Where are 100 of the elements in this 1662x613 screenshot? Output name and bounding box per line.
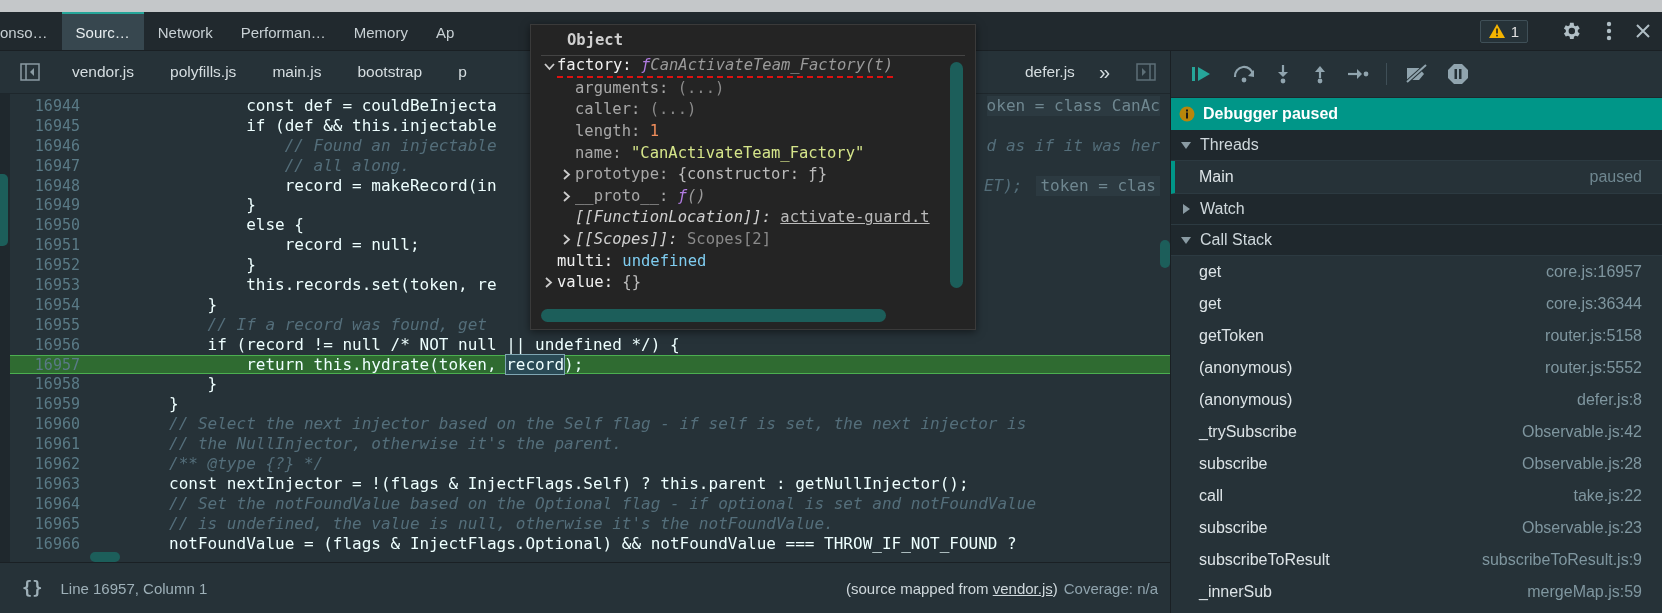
property-entry: prototype: {constructor: ƒ} (575, 164, 827, 186)
line-number: 16959 (33, 394, 81, 415)
call-frame[interactable]: _innerSub mergeMap.js:59 (1171, 576, 1662, 608)
code-line: // Select the next injector based on the Self flag - if self is set, the next injector is (168, 414, 1027, 435)
file-tab[interactable]: bootstrap (339, 51, 441, 93)
property-entry: caller: (...) (575, 99, 697, 121)
property-entry: [[FunctionLocation]]: activate-guard.t (575, 207, 930, 229)
line-number: 16947 (33, 155, 81, 176)
code-line: const nextInjector = !(flags & InjectFlags.Self) ? this.parent : getNullInjector(); (168, 473, 969, 494)
paused-message: Debugger paused (1203, 105, 1339, 123)
inline-value: token = clas (1036, 175, 1160, 196)
code-line: record = null; (283, 235, 420, 256)
scrollbar-thumb[interactable] (90, 552, 120, 562)
line-number: 16948 (33, 175, 81, 196)
call-frame[interactable]: subscribe Observable.js:23 (1171, 512, 1662, 544)
line-number: 16966 (33, 533, 81, 554)
panel-tab[interactable]: Ap (421, 12, 469, 50)
code-line: notFoundValue = (flags & InjectFlags.Optional) && notFoundValue === THROW_IF_NOT_FOUND ? (168, 533, 1017, 554)
call-frame[interactable]: subscribe Observable.js:28 (1171, 448, 1662, 480)
panel-tab[interactable]: Memory (339, 12, 422, 50)
property-entry: value: {} (557, 272, 641, 294)
watch-header[interactable]: Watch (1171, 194, 1662, 225)
line-number: 16960 (33, 414, 81, 435)
call-frame[interactable]: _trySubscribe Observable.js:42 (1171, 416, 1662, 448)
line-number: 16950 (33, 215, 81, 236)
call-frame[interactable]: call take.js:22 (1171, 480, 1662, 512)
panel-tab[interactable]: Sourc… (61, 12, 144, 50)
close-icon[interactable] (1636, 24, 1650, 38)
sidebar-toggle-icon[interactable] (1136, 63, 1156, 81)
code-line: else { (245, 215, 304, 236)
file-tab[interactable]: main.js (254, 51, 340, 93)
code-line: this.records.set(token, re (245, 274, 497, 295)
line-number: 16951 (33, 235, 81, 256)
file-tab[interactable]: defer.js (1006, 51, 1093, 93)
warning-icon (1488, 24, 1505, 38)
panel-tab[interactable]: onso… (0, 12, 62, 50)
file-tab[interactable]: vendor.js (54, 51, 153, 93)
property-entry: __proto__: ƒ() (575, 185, 706, 207)
panel-tab[interactable]: Network (143, 12, 227, 50)
line-number: 16945 (33, 115, 81, 136)
step-over-icon[interactable] (1232, 64, 1256, 84)
pretty-print-button[interactable]: {} (22, 578, 43, 598)
expanded-arrow-icon (1181, 235, 1191, 245)
code-line: ET); (983, 175, 1023, 196)
code-line: } (206, 374, 218, 395)
code-line: const def = couldBeInjecta (245, 95, 497, 116)
code-line: // Found an injectable (283, 135, 497, 156)
line-number: 16965 (33, 513, 81, 534)
code-line: // If a record was found, get (206, 314, 487, 335)
scrollbar-thumb[interactable] (950, 62, 963, 288)
line-number: 16961 (33, 434, 81, 455)
call-frame[interactable]: (anonymous) defer.js:8 (1171, 384, 1662, 416)
file-tab[interactable]: p (440, 51, 485, 93)
panel-tab[interactable]: Performan… (226, 12, 340, 50)
code-line: } (168, 394, 179, 415)
scrollbar-thumb[interactable] (0, 174, 8, 246)
call-frame[interactable]: subscribeToResult subscribeToResult.js:9 (1171, 544, 1662, 576)
property-entry: length: 1 (575, 121, 659, 143)
source-link[interactable]: vendor.js (992, 579, 1053, 597)
source-map-note: (source mapped from vendor.js) (846, 579, 1058, 597)
collapsed-arrow-icon (1181, 204, 1191, 214)
call-frame[interactable]: (anonymous) router.js:5552 (1171, 352, 1662, 384)
property-entry: multi: undefined (557, 250, 707, 272)
deactivate-breakpoints-icon[interactable] (1404, 64, 1430, 84)
threads-header[interactable]: Threads (1171, 130, 1662, 161)
more-options-icon[interactable] (1606, 21, 1612, 41)
line-number: 16962 (33, 454, 81, 474)
line-number: 16953 (33, 274, 81, 295)
code-line: record = makeRecord(in (283, 175, 497, 196)
sidebar-toggle-icon[interactable] (20, 63, 40, 81)
line-number: 16944 (33, 95, 81, 116)
line-number: 16946 (33, 135, 81, 156)
code-line: } (245, 195, 256, 216)
scrollbar-thumb[interactable] (541, 309, 886, 322)
call-frame[interactable]: getToken router.js:5158 (1171, 320, 1662, 352)
code-line: if (def && this.injectable (245, 115, 497, 136)
code-line: // all along. (283, 155, 410, 176)
call-frame[interactable]: get core.js:36344 (1171, 288, 1662, 320)
code-line: if (record != null /* NOT null || undefined */) { (206, 334, 680, 355)
line-number: 16963 (33, 473, 81, 494)
thread-item[interactable]: Main paused (1171, 161, 1662, 194)
more-tabs-button[interactable]: » (1092, 51, 1116, 93)
file-tab[interactable]: polyfills.js (152, 51, 255, 93)
code-line: return this.hydrate(token, record); (245, 354, 584, 375)
code-line: // is undefined, the value is null, otherwise it's the notFoundValue. (168, 513, 834, 534)
line-number: 16952 (33, 255, 81, 276)
code-line: d as if it was her (986, 135, 1160, 156)
line-number: 16955 (33, 314, 81, 335)
property-entry: name: "CanActivateTeam_Factory" (575, 142, 865, 164)
line-number: 16954 (33, 294, 81, 315)
code-line: } (245, 255, 256, 276)
warning-badge[interactable]: 1 (1479, 19, 1528, 43)
pause-on-exceptions-icon[interactable] (1447, 63, 1469, 85)
line-number: 16949 (33, 195, 81, 216)
line-number: 16957 (33, 354, 81, 375)
scrollbar-thumb[interactable] (1160, 240, 1170, 268)
call-frame[interactable]: get core.js:16957 (1171, 256, 1662, 288)
expanded-arrow-icon (1181, 140, 1191, 150)
line-number: 16956 (33, 334, 81, 355)
call-stack-header[interactable]: Call Stack (1171, 225, 1662, 256)
